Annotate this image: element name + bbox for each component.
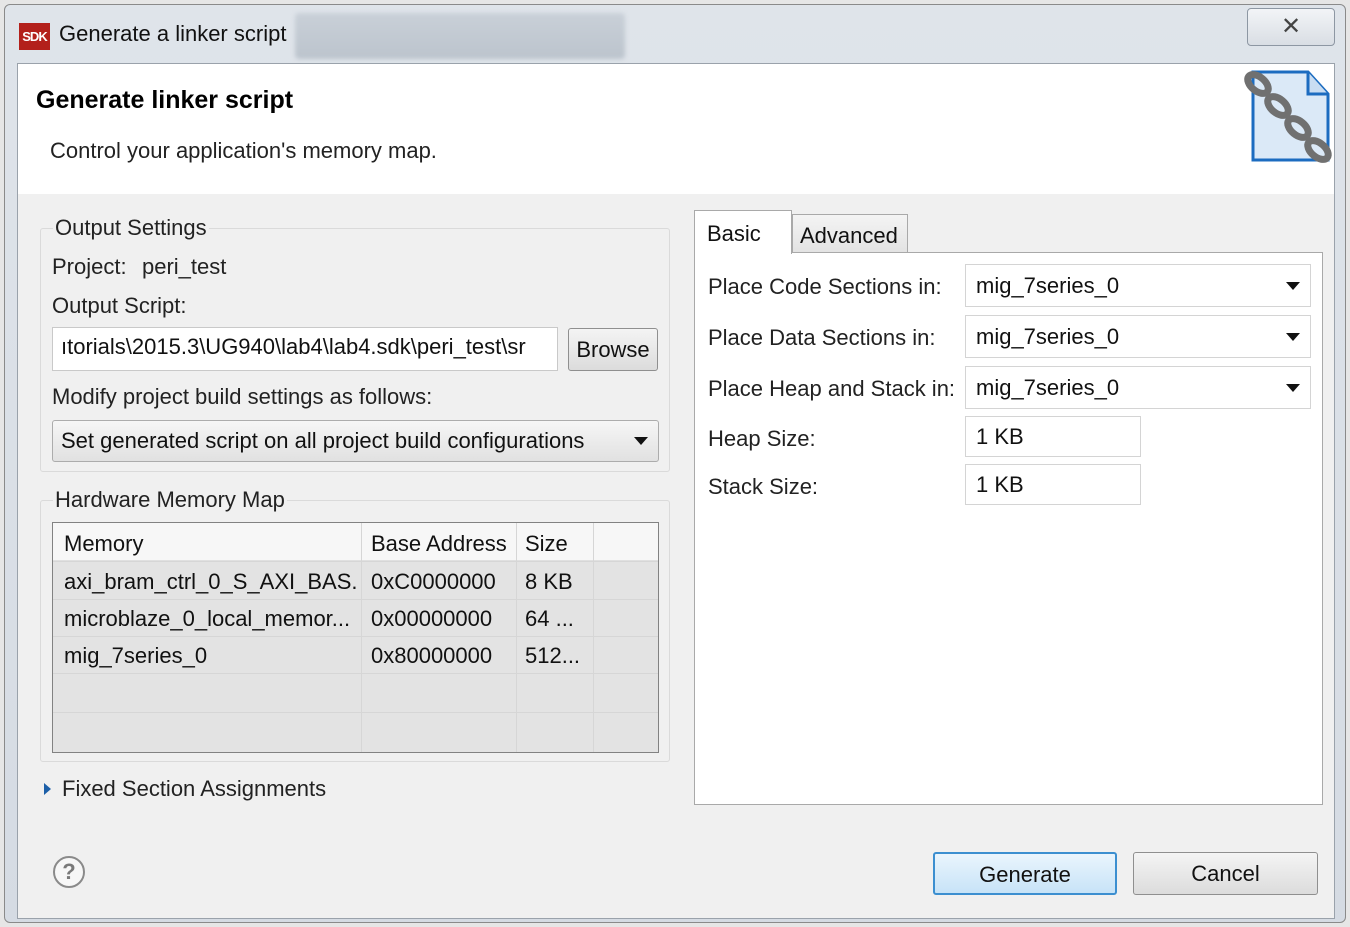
table-row-size[interactable]: 512...	[525, 643, 591, 669]
row-divider	[53, 673, 658, 674]
column-header-size[interactable]: Size	[525, 531, 591, 557]
stack-size-label: Stack Size:	[708, 474, 819, 499]
linker-document-chain-icon	[1244, 70, 1332, 163]
help-icon[interactable]: ?	[53, 856, 85, 888]
code-sections-label: Place Code Sections in:	[708, 274, 942, 299]
background-window-tabs	[295, 13, 625, 59]
heap-stack-placement-label: Place Heap and Stack in:	[708, 376, 956, 401]
title-bar[interactable]: SDK Generate a linker script ✕	[5, 5, 1345, 61]
close-button[interactable]: ✕	[1247, 8, 1335, 46]
chevron-down-icon	[634, 437, 648, 445]
browse-button[interactable]: Browse	[568, 328, 658, 371]
row-divider	[53, 636, 658, 637]
chevron-down-icon	[1286, 383, 1300, 392]
output-settings-legend: Output Settings	[53, 215, 209, 241]
build-config-dropdown[interactable]: Set generated script on all project buil…	[52, 420, 659, 462]
row-divider	[53, 599, 658, 600]
heap-size-field[interactable]: 1 KB	[965, 416, 1141, 457]
data-sections-value: mig_7series_0	[976, 324, 1120, 349]
page-description: Control your application's memory map.	[50, 138, 437, 163]
heap-stack-dropdown[interactable]: mig_7series_0	[965, 366, 1311, 409]
memory-map-table[interactable]: Memory Base Address Size axi_bram_ctrl_0…	[52, 522, 659, 753]
stack-size-field[interactable]: 1 KB	[965, 464, 1141, 505]
header-banner: Generate linker script Control your appl…	[18, 64, 1334, 194]
tab-basic[interactable]: Basic	[694, 210, 792, 254]
cancel-button[interactable]: Cancel	[1133, 852, 1318, 895]
row-divider	[53, 561, 658, 562]
heap-size-label: Heap Size:	[708, 426, 816, 451]
table-row-base[interactable]: 0xC0000000	[371, 569, 511, 595]
code-sections-dropdown[interactable]: mig_7series_0	[965, 264, 1311, 307]
chevron-down-icon	[1286, 332, 1300, 341]
column-divider	[361, 523, 362, 752]
chevron-down-icon	[1286, 281, 1300, 290]
dialog-window: SDK Generate a linker script ✕ Generate …	[4, 4, 1346, 923]
project-value: peri_test	[142, 254, 227, 279]
table-row-memory[interactable]: microblaze_0_local_memor...	[64, 606, 358, 632]
dialog-client-area: Generate linker script Control your appl…	[17, 63, 1335, 919]
fixed-section-assignments-toggle[interactable]: Fixed Section Assignments	[62, 776, 326, 802]
table-row-size[interactable]: 8 KB	[525, 569, 591, 595]
modify-build-label: Modify project build settings as follows…	[52, 384, 433, 409]
data-sections-label: Place Data Sections in:	[708, 325, 936, 350]
tab-advanced[interactable]: Advanced	[792, 214, 908, 252]
column-divider	[516, 523, 517, 752]
column-header-memory[interactable]: Memory	[64, 531, 354, 557]
row-divider	[53, 712, 658, 713]
code-sections-value: mig_7series_0	[976, 273, 1120, 298]
project-label: Project:	[52, 254, 127, 279]
data-sections-dropdown[interactable]: mig_7series_0	[965, 315, 1311, 358]
output-script-label: Output Script:	[52, 293, 187, 318]
build-config-value: Set generated script on all project buil…	[61, 428, 585, 453]
output-script-field[interactable]: ıtorials\2015.3\UG940\lab4\lab4.sdk\peri…	[52, 327, 558, 371]
table-row-size[interactable]: 64 ...	[525, 606, 591, 632]
window-title: Generate a linker script	[59, 21, 287, 46]
memory-map-legend: Hardware Memory Map	[53, 487, 287, 513]
generate-button[interactable]: Generate	[933, 852, 1117, 895]
table-row-base[interactable]: 0x00000000	[371, 606, 511, 632]
sdk-logo-icon: SDK	[19, 23, 50, 50]
column-divider	[593, 523, 594, 752]
column-header-base-address[interactable]: Base Address	[371, 531, 511, 557]
table-row-base[interactable]: 0x80000000	[371, 643, 511, 669]
table-row-memory[interactable]: mig_7series_0	[64, 643, 358, 669]
page-title: Generate linker script	[36, 86, 294, 114]
table-row-memory[interactable]: axi_bram_ctrl_0_S_AXI_BAS...	[64, 569, 358, 595]
heap-stack-value: mig_7series_0	[976, 375, 1120, 400]
expand-arrow-icon[interactable]	[44, 783, 51, 795]
